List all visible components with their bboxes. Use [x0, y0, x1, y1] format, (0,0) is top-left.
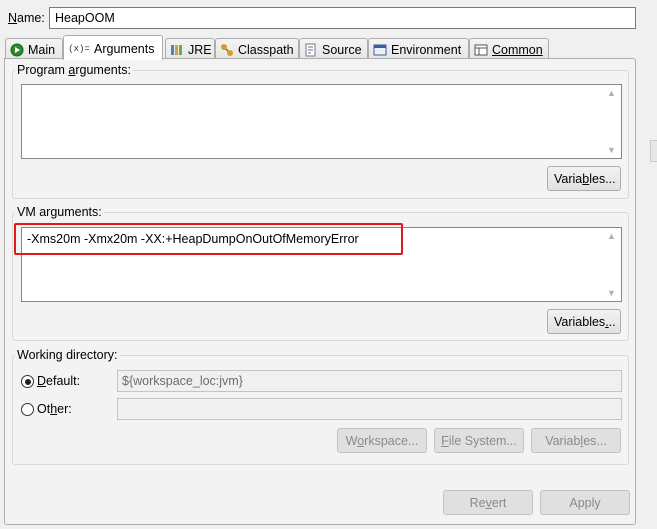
name-label: Name: [8, 11, 45, 25]
window-edge-sash[interactable] [650, 140, 657, 162]
source-icon [304, 43, 318, 57]
scroll-up-icon[interactable]: ▲ [603, 88, 620, 98]
name-input[interactable] [49, 7, 636, 29]
default-label: Default: [37, 374, 81, 388]
other-radio[interactable] [21, 403, 34, 416]
tab-bar: Main (x)= Arguments JRE Classpath Source… [5, 35, 635, 60]
vm-arguments-value: -Xms20m -Xmx20m -XX:+HeapDumpOnOutOfMemo… [27, 232, 359, 246]
scroll-down-icon[interactable]: ▼ [603, 288, 620, 298]
vm-arguments-scrollbar[interactable]: ▲ ▼ [603, 229, 620, 300]
other-directory-field[interactable] [117, 398, 622, 420]
vm-variables-button[interactable]: Variables... [547, 309, 621, 334]
environment-icon [373, 43, 387, 57]
revert-button[interactable]: Revert [443, 490, 533, 515]
program-arguments-legend: Program arguments: [17, 63, 131, 77]
workspace-button[interactable]: Workspace... [337, 428, 427, 453]
arguments-icon: (x)= [68, 44, 90, 54]
file-system-button[interactable]: File System... [434, 428, 524, 453]
scroll-down-icon[interactable]: ▼ [603, 145, 620, 155]
classpath-icon [220, 43, 234, 57]
tab-jre[interactable]: JRE [165, 38, 215, 59]
tab-environment[interactable]: Environment [368, 38, 469, 59]
tab-arguments[interactable]: (x)= Arguments [63, 35, 163, 60]
jre-library-icon [170, 43, 184, 57]
vm-arguments-textarea[interactable]: -Xms20m -Xmx20m -XX:+HeapDumpOnOutOfMemo… [21, 227, 622, 302]
program-arguments-scrollbar[interactable]: ▲ ▼ [603, 86, 620, 157]
default-radio[interactable] [21, 375, 34, 388]
working-variables-button[interactable]: Variables... [531, 428, 621, 453]
other-label: Other: [37, 402, 72, 416]
working-directory-legend: Working directory: [17, 348, 118, 362]
program-arguments-textarea[interactable]: ▲ ▼ [21, 84, 622, 159]
default-directory-field: ${workspace_loc:jvm} [117, 370, 622, 392]
tab-common[interactable]: Common [469, 38, 549, 59]
common-icon [474, 43, 488, 57]
apply-button[interactable]: Apply [540, 490, 630, 515]
main-run-icon [10, 43, 24, 57]
tab-classpath[interactable]: Classpath [215, 38, 299, 59]
tab-main[interactable]: Main [5, 38, 63, 59]
tab-source[interactable]: Source [299, 38, 368, 59]
vm-arguments-legend: VM arguments: [17, 205, 102, 219]
program-variables-button[interactable]: Variables... [547, 166, 621, 191]
scroll-up-icon[interactable]: ▲ [603, 231, 620, 241]
